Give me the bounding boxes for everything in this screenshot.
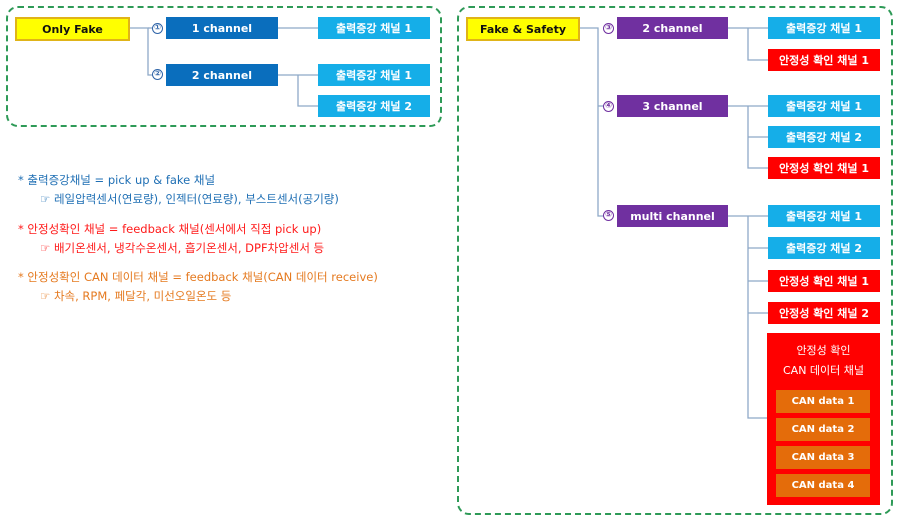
can-group-title-line2: CAN 데이터 채널 <box>782 364 865 377</box>
can-data-item: CAN data 2 <box>776 418 870 441</box>
can-group-title-line1: 안정성 확인 <box>796 344 851 357</box>
note-detail: ☞ 배기온센서, 냉각수온센서, 흡기온센서, DPF차압센서 등 <box>40 241 325 255</box>
output-channel-box: 출력증강 채널 2 <box>318 95 430 117</box>
marker-4: ④ <box>603 101 614 112</box>
channel-box-2ch: 2 channel <box>166 64 278 86</box>
channel-box-multi: multi channel <box>617 205 728 227</box>
can-data-item: CAN data 1 <box>776 390 870 413</box>
can-data-item: CAN data 4 <box>776 474 870 497</box>
output-channel-box: 출력증강 채널 1 <box>318 64 430 86</box>
root-fake-safety: Fake & Safety <box>466 17 580 41</box>
channel-box-2ch: 2 channel <box>617 17 728 39</box>
can-data-item: CAN data 3 <box>776 446 870 469</box>
marker-2: ② <box>152 69 163 80</box>
safety-channel-box: 안정성 확인 채널 1 <box>768 270 880 292</box>
safety-channel-box: 안정성 확인 채널 1 <box>768 49 880 71</box>
can-data-channel-group: 안정성 확인 CAN 데이터 채널 CAN data 1 CAN data 2 … <box>767 333 880 505</box>
output-channel-box: 출력증강 채널 1 <box>768 17 880 39</box>
note-title: * 안정성확인 채널 = feedback 채널(센서에서 직접 pick up… <box>18 222 322 236</box>
note-detail: ☞ 레일압력센서(연료량), 인젝터(연료량), 부스트센서(공기량) <box>40 192 339 206</box>
marker-3: ③ <box>603 23 614 34</box>
safety-channel-box: 안정성 확인 채널 2 <box>768 302 880 324</box>
root-only-fake: Only Fake <box>15 17 130 41</box>
note-safety-channel: * 안정성확인 채널 = feedback 채널(센서에서 직접 pick up… <box>18 220 324 258</box>
output-channel-box: 출력증강 채널 2 <box>768 237 880 259</box>
note-detail: ☞ 차속, RPM, 페달각, 미선오일온도 등 <box>40 289 232 303</box>
safety-channel-box: 안정성 확인 채널 1 <box>768 157 880 179</box>
marker-1: ① <box>152 23 163 34</box>
note-title: * 출력증강채널 = pick up & fake 채널 <box>18 173 216 187</box>
note-output-channel: * 출력증강채널 = pick up & fake 채널 ☞ 레일압력센서(연료… <box>18 171 339 209</box>
output-channel-box: 출력증강 채널 1 <box>768 205 880 227</box>
marker-5: ⑤ <box>603 210 614 221</box>
channel-box-3ch: 3 channel <box>617 95 728 117</box>
output-channel-box: 출력증강 채널 1 <box>768 95 880 117</box>
note-title: * 안정성확인 CAN 데이터 채널 = feedback 채널(CAN 데이터… <box>18 270 378 284</box>
output-channel-box: 출력증강 채널 1 <box>318 17 430 39</box>
output-channel-box: 출력증강 채널 2 <box>768 126 880 148</box>
channel-box-1ch: 1 channel <box>166 17 278 39</box>
note-can-channel: * 안정성확인 CAN 데이터 채널 = feedback 채널(CAN 데이터… <box>18 268 378 306</box>
